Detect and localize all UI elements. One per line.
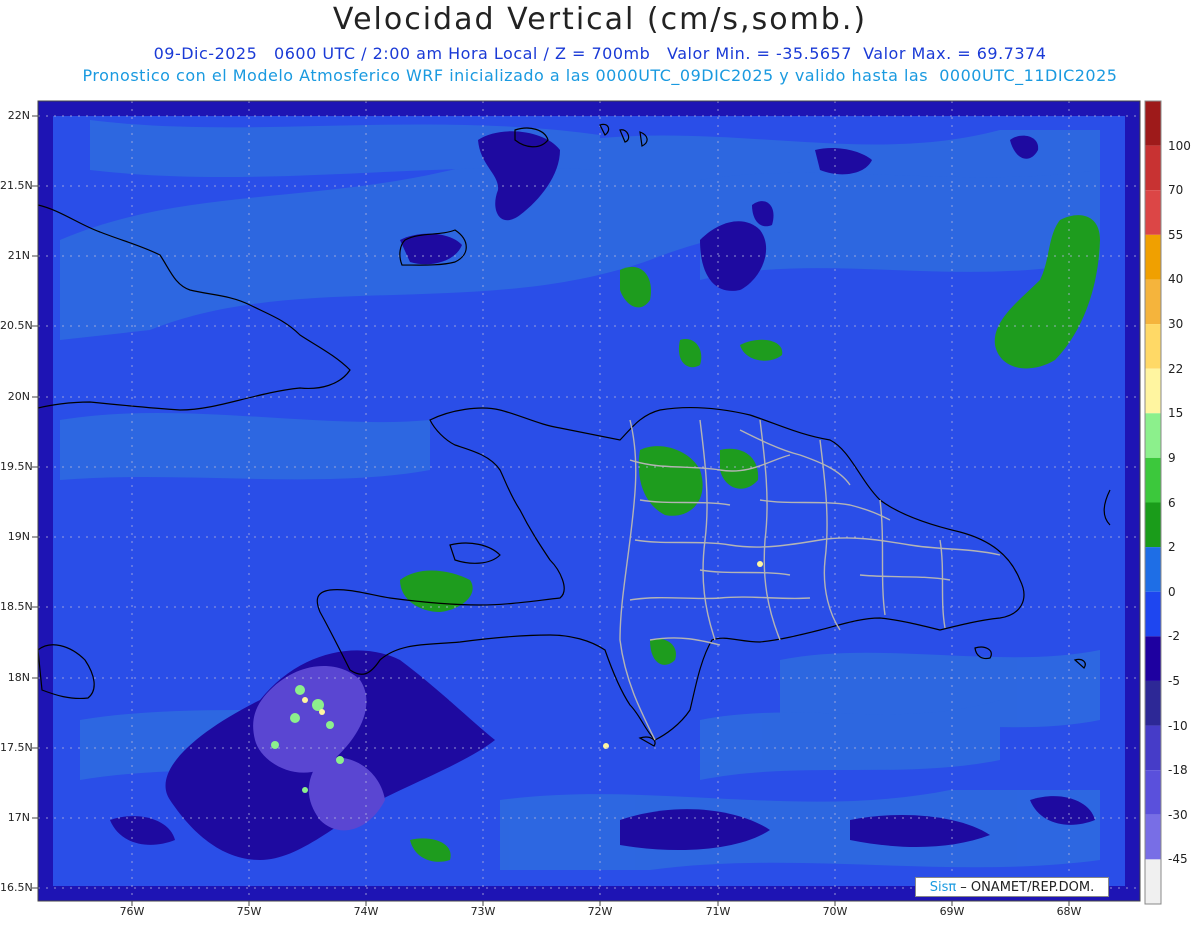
lat-label: 20.5N xyxy=(0,319,33,332)
credit-box: Sisπ – ONAMET/REP.DOM. xyxy=(915,877,1109,897)
colorbar-label: 9 xyxy=(1168,450,1176,465)
lon-label: 69W xyxy=(939,905,965,918)
colorbar-label: 22 xyxy=(1168,361,1184,376)
colorbar-swatch xyxy=(1145,101,1161,146)
lon-label: 76W xyxy=(119,905,145,918)
colorbar-label: 70 xyxy=(1168,183,1184,198)
colorbar-label: 100 xyxy=(1168,138,1191,153)
colorbar-label: -2 xyxy=(1168,629,1180,644)
colorbar-swatch xyxy=(1145,502,1161,548)
colorbar-swatch xyxy=(1145,190,1161,235)
colorbar-swatch xyxy=(1145,859,1161,904)
colorbar-swatch xyxy=(1145,591,1161,637)
lon-label: 75W xyxy=(236,905,262,918)
colorbar-label: 6 xyxy=(1168,495,1176,510)
colorbar-swatch xyxy=(1145,770,1161,815)
lon-label: 73W xyxy=(470,905,496,918)
lon-label: 74W xyxy=(353,905,379,918)
colorbar-swatch xyxy=(1145,324,1161,369)
lat-label: 22N xyxy=(7,109,30,122)
colorbar-swatch xyxy=(1145,725,1161,771)
lat-label: 17.5N xyxy=(0,741,33,754)
colorbar-swatch xyxy=(1145,814,1161,860)
lat-label: 21.5N xyxy=(0,179,33,192)
colorbar-swatch xyxy=(1145,145,1161,191)
lat-label: 20N xyxy=(7,390,30,403)
colorbar-label: -45 xyxy=(1168,852,1188,867)
lon-label: 72W xyxy=(587,905,613,918)
colorbar-swatch xyxy=(1145,547,1161,592)
colorbar-label: 40 xyxy=(1168,272,1184,287)
colorbar-label: 30 xyxy=(1168,317,1184,332)
colorbar-label: -18 xyxy=(1168,763,1188,778)
colorbar-label: 2 xyxy=(1168,540,1176,555)
colorbar-label: 55 xyxy=(1168,227,1184,242)
colorbar-label: -10 xyxy=(1168,718,1188,733)
colorbar-swatch xyxy=(1145,457,1161,503)
lat-label: 21N xyxy=(7,249,30,262)
colorbar-swatch xyxy=(1145,413,1161,458)
lon-label: 71W xyxy=(705,905,731,918)
colorbar-label: 0 xyxy=(1168,584,1176,599)
lat-label: 16.5N xyxy=(0,881,33,894)
colorbar-swatch xyxy=(1145,279,1161,325)
colorbar xyxy=(1144,100,1162,905)
lon-label: 68W xyxy=(1056,905,1082,918)
lat-label: 17N xyxy=(7,811,30,824)
colorbar-swatch xyxy=(1145,636,1161,681)
credit-brand: Sisπ xyxy=(929,879,957,895)
colorbar-label: 15 xyxy=(1168,406,1184,421)
colorbar-swatch xyxy=(1145,234,1161,280)
credit-text: – ONAMET/REP.DOM. xyxy=(960,879,1095,895)
lat-label: 18N xyxy=(7,671,30,684)
lon-label: 70W xyxy=(822,905,848,918)
lat-label: 18.5N xyxy=(0,600,33,613)
colorbar-label: -30 xyxy=(1168,807,1188,822)
forecast-map xyxy=(32,100,1162,906)
lat-label: 19N xyxy=(7,530,30,543)
lat-label: 19.5N xyxy=(0,460,33,473)
colorbar-label: -5 xyxy=(1168,673,1180,688)
colorbar-swatch xyxy=(1145,680,1161,726)
colorbar-swatch xyxy=(1145,368,1161,414)
